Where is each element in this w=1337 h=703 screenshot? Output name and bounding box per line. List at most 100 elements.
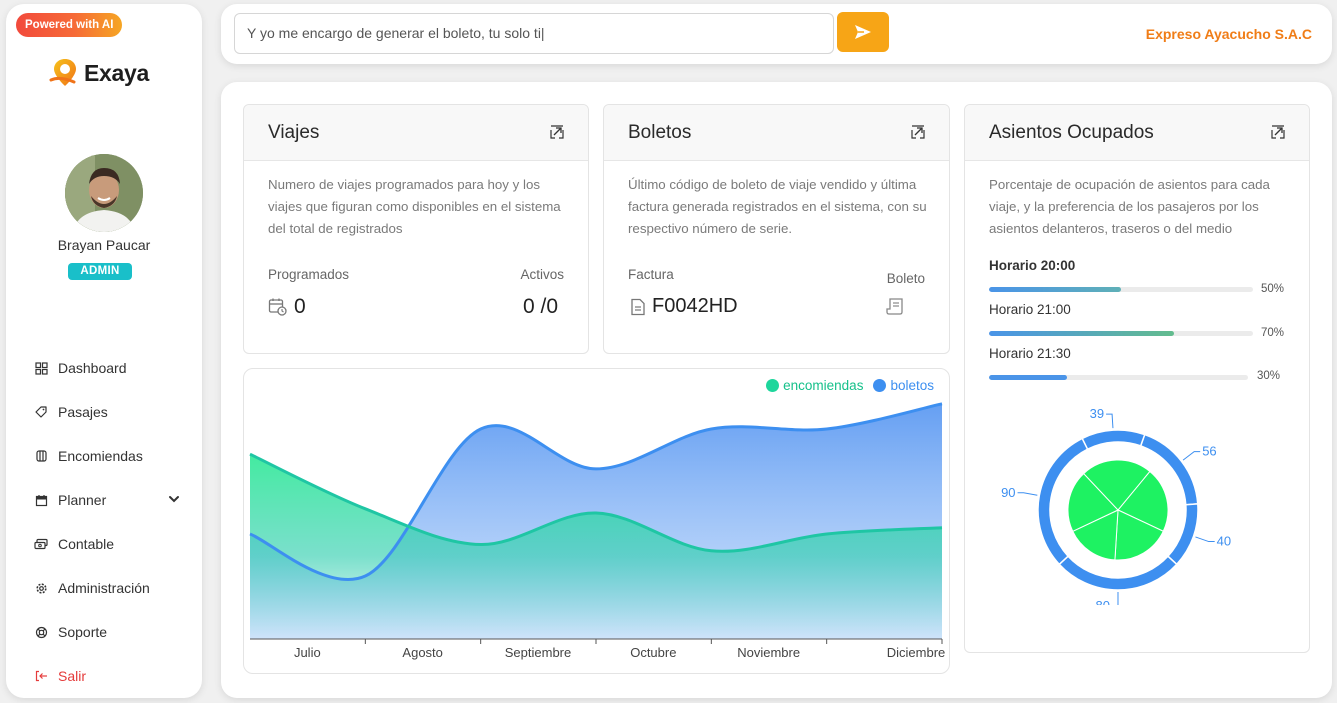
nav-label: Administración [58, 580, 150, 596]
programados-value: 0 [268, 295, 306, 319]
pie-slice-label: 80 [1096, 598, 1110, 605]
boleto-label: Boleto [886, 271, 925, 286]
nav-label: Pasajes [58, 404, 108, 420]
card-title: Viajes [268, 122, 320, 143]
dashboard-main: Viajes Numero de viajes programados para… [221, 82, 1332, 698]
pie-outer-slice[interactable] [1081, 429, 1146, 451]
calendar-clock-icon [268, 298, 287, 316]
logo-pin-icon [49, 59, 76, 86]
avatar-photo [65, 154, 143, 232]
gear-icon [34, 581, 48, 595]
card-header: Boletos [604, 105, 949, 161]
nav-item-dashboard[interactable]: Dashboard [6, 346, 202, 390]
money-icon [34, 537, 48, 551]
x-tick-label: Diciembre [886, 645, 946, 660]
pie-slice-label: 56 [1202, 444, 1216, 459]
nav-item-planner[interactable]: Planner [6, 478, 202, 522]
viajes-card: Viajes Numero de viajes programados para… [243, 104, 589, 354]
external-link-icon[interactable] [550, 125, 564, 139]
card-description: Porcentaje de ocupación de asientos para… [989, 177, 1270, 236]
horario-label: Horario 21:00 [989, 302, 1071, 317]
seats-pie-chart: 56 40 80 90 39 [1001, 406, 1231, 605]
nav-item-soporte[interactable]: Soporte [6, 610, 202, 654]
progress-fill [989, 375, 1067, 380]
nav-label: Dashboard [58, 360, 127, 376]
card-title: Boletos [628, 122, 692, 143]
lifebuoy-icon [34, 625, 48, 639]
receipt-icon [886, 298, 903, 315]
horario-progress [989, 287, 1253, 292]
user-name: Brayan Paucar [57, 237, 151, 253]
card-description: Numero de viajes programados para hoy y … [268, 177, 561, 236]
nav-label: Soporte [58, 624, 108, 640]
nav-item-administracion[interactable]: Administración [6, 566, 202, 610]
factura-code: F0042HD [652, 295, 738, 317]
chevron-down-icon[interactable] [168, 492, 180, 508]
nav-item-contable[interactable]: Contable [6, 522, 202, 566]
pie-label-line [1117, 591, 1119, 605]
sidebar: Powered with AI Exaya Brayan Paucar ADMI… [6, 4, 202, 698]
x-tick-label: Septiembre [504, 645, 572, 660]
sidebar-nav: Dashboard Pasajes Encomiendas Planner Co… [6, 346, 202, 698]
x-tick-label: Agosto [402, 645, 443, 660]
pie-slice-label: 39 [1090, 406, 1104, 421]
company-name[interactable]: Expreso Ayacucho S.A.C [1146, 26, 1312, 42]
nav-item-encomiendas[interactable]: Encomiendas [6, 434, 202, 478]
horario-label: Horario 20:00 [989, 258, 1076, 273]
topbar: Y yo me encargo de generar el boleto, tu… [221, 4, 1332, 64]
dashboard-icon [34, 361, 48, 375]
logo-text: Exaya [84, 59, 150, 86]
boletos-card: Boletos Último código de boleto de viaje… [603, 104, 950, 354]
pie-label-line [1106, 413, 1114, 429]
horario-percent: 70% [1261, 327, 1285, 339]
x-tick-label: Julio [293, 645, 321, 660]
nav-item-pasajes[interactable]: Pasajes [6, 390, 202, 434]
horario-progress [989, 331, 1253, 336]
pie-slice-label: 90 [1001, 485, 1015, 500]
document-icon [631, 298, 645, 315]
nav-label: Contable [58, 536, 115, 552]
area-chart-svg [249, 402, 943, 644]
package-icon [34, 449, 48, 463]
nav-item-salir[interactable]: Salir [6, 654, 202, 698]
factura-label: Factura [628, 267, 674, 282]
prompt-input[interactable]: Y yo me encargo de generar el boleto, tu… [234, 13, 834, 54]
pie-label-line [1182, 451, 1201, 461]
nav-label: Salir [58, 668, 87, 684]
pie-label-line [1195, 536, 1215, 543]
programados-number: 0 [294, 295, 306, 318]
x-tick-label: Octubre [630, 645, 677, 660]
activos-value: 0 /0 [522, 295, 558, 318]
nav-label: Encomiendas [58, 448, 143, 464]
programados-label: Programados [268, 267, 350, 282]
horario-percent: 30% [1257, 370, 1281, 382]
avatar[interactable] [65, 154, 143, 232]
card-header: Viajes [244, 105, 588, 161]
external-link-icon[interactable] [911, 125, 925, 139]
powered-with-ai-badge: Powered with AI [16, 13, 123, 37]
nav-label: Planner [58, 492, 107, 508]
pie-slice-label: 40 [1217, 534, 1231, 549]
x-tick-label: Noviembre [737, 645, 801, 660]
app-logo[interactable]: Exaya [48, 56, 149, 90]
card-header: Asientos Ocupados [965, 105, 1309, 161]
external-link-icon[interactable] [1271, 125, 1285, 139]
factura-value: F0042HD [630, 295, 738, 318]
pie-outer-slice[interactable] [1166, 503, 1199, 566]
pie-outer-slice[interactable] [1058, 555, 1178, 591]
horario-percent: 50% [1261, 283, 1285, 295]
card-title: Asientos Ocupados [989, 122, 1154, 143]
horario-progress [989, 375, 1248, 380]
activos-label: Activos [520, 267, 564, 282]
card-description: Último código de boleto de viaje vendido… [628, 177, 927, 236]
send-button[interactable] [837, 12, 889, 52]
progress-fill [989, 331, 1174, 336]
asientos-card: Asientos Ocupados Porcentaje de ocupació… [964, 104, 1310, 653]
calendar-icon [34, 493, 48, 507]
user-role-badge: ADMIN [68, 263, 132, 280]
pie-label-line [1017, 492, 1038, 496]
ticket-icon [34, 405, 48, 419]
horario-label: Horario 21:30 [989, 346, 1071, 361]
progress-fill [989, 287, 1121, 292]
logout-icon [34, 669, 48, 683]
